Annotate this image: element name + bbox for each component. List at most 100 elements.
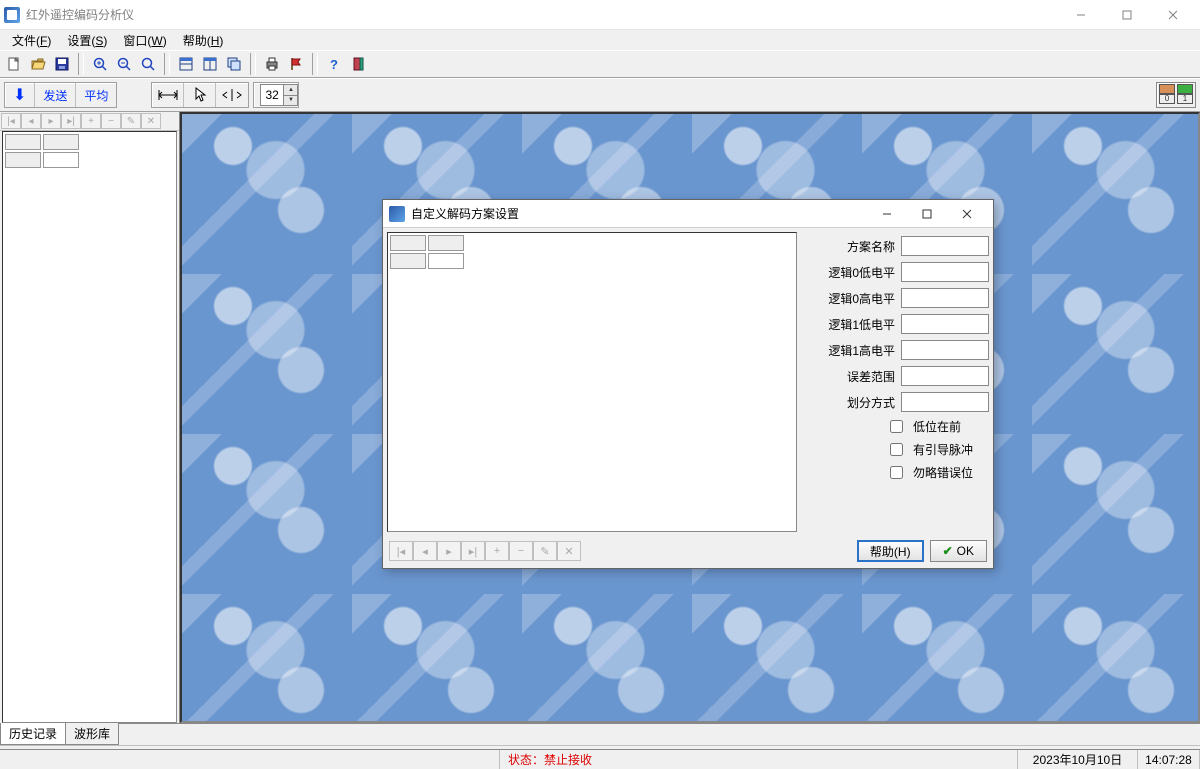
decode-scheme-dialog: 自定义解码方案设置 方案名称 逻辑0低电平 逻辑0高电平 逻辑1低电 <box>382 199 994 569</box>
mdi-area: 自定义解码方案设置 方案名称 逻辑0低电平 逻辑0高电平 逻辑1低电 <box>180 112 1200 723</box>
dialog-minimize-button[interactable] <box>867 201 907 227</box>
input-logic1-low[interactable] <box>901 314 989 334</box>
spinner-value: 32 <box>265 88 278 102</box>
app-icon <box>4 7 20 23</box>
label-logic1-low: 逻辑1低电平 <box>828 316 895 333</box>
scheme-list[interactable] <box>387 232 797 532</box>
zoom-out-icon[interactable] <box>113 53 135 75</box>
status-time: 14:07:28 <box>1138 750 1200 769</box>
label-lsb-first: 低位在前 <box>913 418 985 435</box>
maximize-button[interactable] <box>1104 0 1150 30</box>
nav-edit-icon[interactable]: ✎ <box>121 113 141 129</box>
zoom-fit-icon[interactable] <box>137 53 159 75</box>
spinner-up-icon[interactable]: ▲ <box>283 85 297 96</box>
status-bar: 状态：禁止接收 2023年10月10日 14:07:28 <box>0 749 1200 769</box>
status-light-green <box>1177 84 1193 94</box>
tab-history[interactable]: 历史记录 <box>0 723 66 745</box>
nav-prev-icon[interactable]: ◂ <box>21 113 41 129</box>
dialog-title: 自定义解码方案设置 <box>411 205 519 222</box>
input-tolerance[interactable] <box>901 366 989 386</box>
side-panel: |◂ ◂ ▸ ▸| + − ✎ ✕ <box>0 112 180 723</box>
cascade-icon[interactable] <box>223 53 245 75</box>
side-tabs: 历史记录 波形库 <box>0 723 180 745</box>
label-scheme-name: 方案名称 <box>847 238 895 255</box>
label-logic0-low: 逻辑0低电平 <box>828 264 895 281</box>
dialog-nav-strip: |◂ ◂ ▸ ▸| + − ✎ ✕ <box>389 541 581 561</box>
dlg-nav-first-icon[interactable]: |◂ <box>389 541 413 561</box>
input-split-mode[interactable] <box>901 392 989 412</box>
zoom-in-icon[interactable] <box>89 53 111 75</box>
menu-file[interactable]: 文件(F) <box>4 30 59 51</box>
average-button[interactable]: 平均 <box>76 83 116 107</box>
label-logic0-high: 逻辑0高电平 <box>828 290 895 307</box>
menu-help[interactable]: 帮助(H) <box>175 30 232 51</box>
check-ignore-error[interactable] <box>890 466 903 479</box>
nav-next-icon[interactable]: ▸ <box>41 113 61 129</box>
dlg-nav-last-icon[interactable]: ▸| <box>461 541 485 561</box>
side-nav-strip: |◂ ◂ ▸ ▸| + − ✎ ✕ <box>0 112 179 131</box>
label-split-mode: 划分方式 <box>847 394 895 411</box>
measure-width-icon[interactable] <box>152 83 184 107</box>
menubar: 文件(F) 设置(S) 窗口(W) 帮助(H) <box>0 30 1200 50</box>
dialog-close-button[interactable] <box>947 201 987 227</box>
value-spinner[interactable]: 32 ▲ ▼ <box>260 84 298 106</box>
dlg-nav-next-icon[interactable]: ▸ <box>437 541 461 561</box>
save-icon[interactable] <box>51 53 73 75</box>
svg-text:?: ? <box>330 57 338 72</box>
split-cursor-icon[interactable] <box>216 83 248 107</box>
label-logic1-high: 逻辑1高电平 <box>828 342 895 359</box>
tab-waveform-library[interactable]: 波形库 <box>65 723 119 745</box>
send-button[interactable]: 发送 <box>35 83 76 107</box>
dlg-nav-cancel-icon[interactable]: ✕ <box>557 541 581 561</box>
open-icon[interactable] <box>27 53 49 75</box>
tile-v-icon[interactable] <box>199 53 221 75</box>
toolbar-secondary: ⬇ 发送 平均 32 ▲ ▼ 0 1 <box>0 78 1200 112</box>
help-button[interactable]: 帮助(H) <box>857 540 924 562</box>
nav-add-icon[interactable]: + <box>81 113 101 129</box>
spinner-down-icon[interactable]: ▼ <box>283 96 297 106</box>
dlg-nav-prev-icon[interactable]: ◂ <box>413 541 437 561</box>
ok-button[interactable]: ✔OK <box>930 540 987 562</box>
input-logic0-high[interactable] <box>901 288 989 308</box>
input-logic0-low[interactable] <box>901 262 989 282</box>
scheme-form: 方案名称 逻辑0低电平 逻辑0高电平 逻辑1低电平 逻辑1高电平 误差范围 划分… <box>803 232 989 532</box>
titlebar: 红外遥控编码分析仪 <box>0 0 1200 30</box>
receive-toggle-button[interactable]: ⬇ <box>5 83 35 107</box>
check-lead-pulse[interactable] <box>890 443 903 456</box>
app-title: 红外遥控编码分析仪 <box>26 6 134 23</box>
dialog-titlebar[interactable]: 自定义解码方案设置 <box>383 200 993 228</box>
nav-del-icon[interactable]: − <box>101 113 121 129</box>
nav-cancel-icon[interactable]: ✕ <box>141 113 161 129</box>
dlg-nav-del-icon[interactable]: − <box>509 541 533 561</box>
new-icon[interactable] <box>3 53 25 75</box>
menu-window[interactable]: 窗口(W) <box>115 30 174 51</box>
print-icon[interactable] <box>261 53 283 75</box>
check-lsb-first[interactable] <box>890 420 903 433</box>
dialog-maximize-button[interactable] <box>907 201 947 227</box>
status-lights: 0 1 <box>1156 82 1196 108</box>
close-button[interactable] <box>1150 0 1196 30</box>
side-grid-header <box>3 132 81 170</box>
status-indicator-1: 1 <box>1177 94 1193 104</box>
status-message: 状态：禁止接收 <box>500 750 1018 769</box>
dlg-nav-edit-icon[interactable]: ✎ <box>533 541 557 561</box>
nav-last-icon[interactable]: ▸| <box>61 113 81 129</box>
minimize-button[interactable] <box>1058 0 1104 30</box>
exit-icon[interactable] <box>347 53 369 75</box>
status-date: 2023年10月10日 <box>1018 750 1138 769</box>
label-tolerance: 误差范围 <box>847 368 895 385</box>
nav-first-icon[interactable]: |◂ <box>1 113 21 129</box>
dlg-nav-add-icon[interactable]: + <box>485 541 509 561</box>
menu-settings[interactable]: 设置(S) <box>59 30 115 51</box>
input-scheme-name[interactable] <box>901 236 989 256</box>
help-icon[interactable]: ? <box>323 53 345 75</box>
tile-h-icon[interactable] <box>175 53 197 75</box>
input-logic1-high[interactable] <box>901 340 989 360</box>
label-lead-pulse: 有引导脉冲 <box>913 441 985 458</box>
status-indicator-0: 0 <box>1159 94 1175 104</box>
toolbar-main: ? <box>0 50 1200 78</box>
flag-icon[interactable] <box>285 53 307 75</box>
side-grid[interactable] <box>2 131 177 723</box>
dialog-icon <box>389 206 405 222</box>
cursor-icon[interactable] <box>184 83 216 107</box>
